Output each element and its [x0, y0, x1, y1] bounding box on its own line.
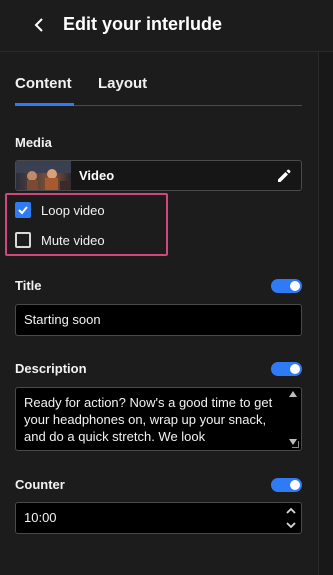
- loop-video-label: Loop video: [41, 202, 105, 218]
- edit-media-button[interactable]: [275, 167, 293, 185]
- counter-input[interactable]: 10:00: [15, 502, 302, 534]
- counter-toggle[interactable]: [271, 478, 302, 492]
- tab-layout[interactable]: Layout: [98, 75, 147, 92]
- resize-handle-icon[interactable]: [292, 441, 299, 448]
- title-label: Title: [15, 278, 42, 293]
- mute-video-checkbox[interactable]: Mute video: [15, 230, 105, 250]
- toggle-knob: [290, 281, 300, 291]
- header: Edit your interlude: [0, 0, 333, 52]
- scrollbar[interactable]: [318, 52, 333, 575]
- description-label: Description: [15, 361, 87, 376]
- counter-label: Counter: [15, 477, 65, 492]
- toggle-knob: [290, 364, 300, 374]
- scroll-up-arrow-icon[interactable]: [289, 391, 297, 397]
- chevron-down-icon[interactable]: [286, 522, 296, 529]
- loop-video-checkbox[interactable]: Loop video: [15, 200, 105, 220]
- tab-content[interactable]: Content: [15, 75, 72, 92]
- description-toggle[interactable]: [271, 362, 302, 376]
- pencil-icon: [278, 169, 291, 182]
- title-input[interactable]: Starting soon: [15, 304, 302, 336]
- mute-video-label: Mute video: [41, 232, 105, 248]
- toggle-knob: [290, 480, 300, 490]
- page-title: Edit your interlude: [63, 14, 223, 34]
- tab-bar: Content Layout: [15, 70, 302, 106]
- checkmark-icon: [18, 206, 28, 215]
- textarea-scrollbar[interactable]: [287, 391, 299, 445]
- media-card[interactable]: Video: [15, 160, 302, 191]
- back-button[interactable]: [26, 12, 52, 38]
- active-tab-indicator: [15, 103, 74, 106]
- media-type-label: Video: [79, 168, 115, 183]
- checkbox-checked[interactable]: [15, 202, 31, 218]
- chevron-up-icon[interactable]: [286, 507, 296, 514]
- description-textarea[interactable]: Ready for action? Now's a good time to g…: [15, 387, 302, 451]
- chevron-left-icon: [34, 18, 43, 32]
- media-label: Media: [15, 135, 52, 150]
- title-toggle[interactable]: [271, 279, 302, 293]
- counter-value: 10:00: [24, 510, 57, 525]
- description-text: Ready for action? Now's a good time to g…: [24, 395, 273, 444]
- video-thumbnail: [16, 161, 71, 190]
- counter-stepper[interactable]: [285, 507, 297, 529]
- checkbox-unchecked[interactable]: [15, 232, 31, 248]
